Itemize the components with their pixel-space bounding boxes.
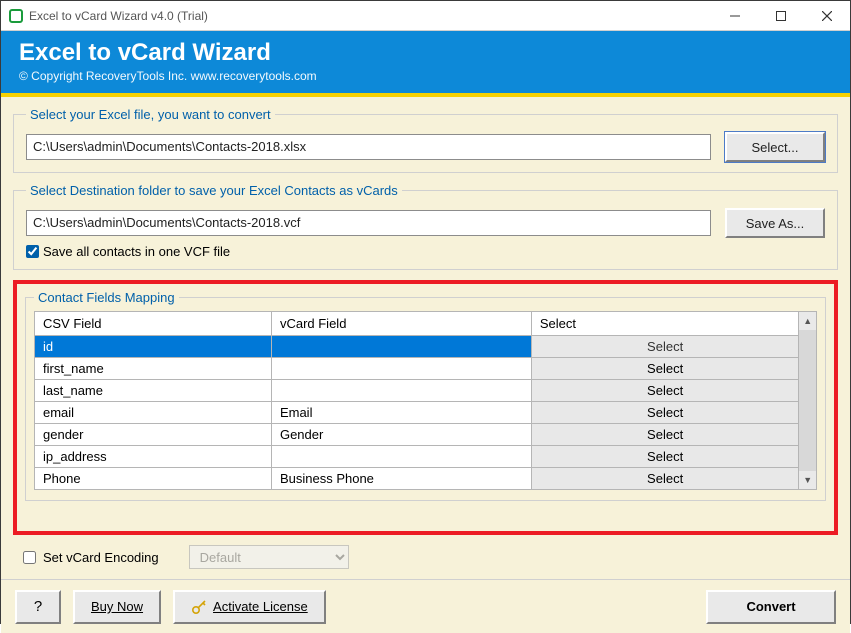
mapping-header-csv[interactable]: CSV Field — [35, 312, 272, 336]
vcard-field-cell[interactable] — [271, 336, 531, 358]
encoding-label: Set vCard Encoding — [43, 550, 159, 565]
source-group: Select your Excel file, you want to conv… — [13, 107, 838, 173]
mapping-table: CSV Field vCard Field Select idSelectfir… — [34, 311, 799, 490]
csv-field-cell[interactable]: last_name — [35, 380, 272, 402]
dest-group: Select Destination folder to save your E… — [13, 183, 838, 270]
app-header: Excel to vCard Wizard © Copyright Recove… — [1, 31, 850, 97]
encoding-checkbox[interactable] — [23, 551, 36, 564]
csv-field-cell[interactable]: id — [35, 336, 272, 358]
scroll-down-icon[interactable]: ▼ — [799, 471, 816, 489]
app-title: Excel to vCard Wizard — [19, 39, 832, 67]
select-mapping-button[interactable]: Select — [531, 402, 799, 424]
csv-field-cell[interactable]: first_name — [35, 358, 272, 380]
select-mapping-button[interactable]: Select — [531, 380, 799, 402]
app-icon — [9, 9, 23, 23]
table-row[interactable]: genderGenderSelect — [35, 424, 799, 446]
vcard-field-cell[interactable]: Gender — [271, 424, 531, 446]
encoding-select[interactable]: Default — [189, 545, 349, 569]
key-icon — [191, 599, 207, 615]
csv-field-cell[interactable]: Phone — [35, 468, 272, 490]
window-title: Excel to vCard Wizard v4.0 (Trial) — [29, 9, 208, 23]
vcard-field-cell[interactable]: Email — [271, 402, 531, 424]
help-button[interactable]: ? — [15, 590, 61, 624]
select-source-button[interactable]: Select... — [725, 132, 825, 162]
mapping-header-vcard[interactable]: vCard Field — [271, 312, 531, 336]
convert-button[interactable]: Convert — [706, 590, 836, 624]
scroll-track[interactable] — [799, 330, 816, 471]
table-row[interactable]: first_name Select — [35, 358, 799, 380]
maximize-button[interactable] — [758, 1, 804, 31]
vcard-field-cell[interactable]: Business Phone — [271, 468, 531, 490]
mapping-scrollbar[interactable]: ▲ ▼ — [799, 311, 817, 490]
copyright-text: © Copyright RecoveryTools Inc. www.recov… — [19, 69, 832, 83]
activate-license-button[interactable]: Activate License — [173, 590, 326, 624]
select-mapping-button[interactable]: Select — [531, 446, 799, 468]
save-as-button[interactable]: Save As... — [725, 208, 825, 238]
csv-field-cell[interactable]: ip_address — [35, 446, 272, 468]
select-mapping-button[interactable]: Select — [531, 358, 799, 380]
dest-legend: Select Destination folder to save your E… — [26, 183, 402, 198]
source-path-input[interactable]: C:\Users\admin\Documents\Contacts-2018.x… — [26, 134, 711, 160]
save-one-vcf-checkbox[interactable] — [26, 245, 39, 258]
close-button[interactable] — [804, 1, 850, 31]
buy-now-button[interactable]: Buy Now — [73, 590, 161, 624]
table-row[interactable]: emailEmailSelect — [35, 402, 799, 424]
csv-field-cell[interactable]: email — [35, 402, 272, 424]
table-row[interactable]: last_name Select — [35, 380, 799, 402]
mapping-legend: Contact Fields Mapping — [34, 290, 179, 305]
footer: ? Buy Now Activate License Convert — [1, 579, 850, 633]
mapping-header-select[interactable]: Select — [531, 312, 799, 336]
mapping-group: Contact Fields Mapping CSV Field vCard F… — [25, 290, 826, 501]
select-mapping-button[interactable]: Select — [531, 336, 799, 358]
vcard-field-cell[interactable] — [271, 358, 531, 380]
select-mapping-button[interactable]: Select — [531, 424, 799, 446]
vcard-field-cell[interactable] — [271, 446, 531, 468]
select-mapping-button[interactable]: Select — [531, 468, 799, 490]
csv-field-cell[interactable]: gender — [35, 424, 272, 446]
dest-path-input[interactable]: C:\Users\admin\Documents\Contacts-2018.v… — [26, 210, 711, 236]
table-row[interactable]: ip_address Select — [35, 446, 799, 468]
save-one-vcf-label: Save all contacts in one VCF file — [43, 244, 230, 259]
minimize-button[interactable] — [712, 1, 758, 31]
vcard-field-cell[interactable] — [271, 380, 531, 402]
scroll-up-icon[interactable]: ▲ — [799, 312, 816, 330]
mapping-highlight: Contact Fields Mapping CSV Field vCard F… — [13, 280, 838, 535]
source-legend: Select your Excel file, you want to conv… — [26, 107, 275, 122]
table-row[interactable]: id Select — [35, 336, 799, 358]
titlebar: Excel to vCard Wizard v4.0 (Trial) — [1, 1, 850, 31]
table-row[interactable]: PhoneBusiness PhoneSelect — [35, 468, 799, 490]
